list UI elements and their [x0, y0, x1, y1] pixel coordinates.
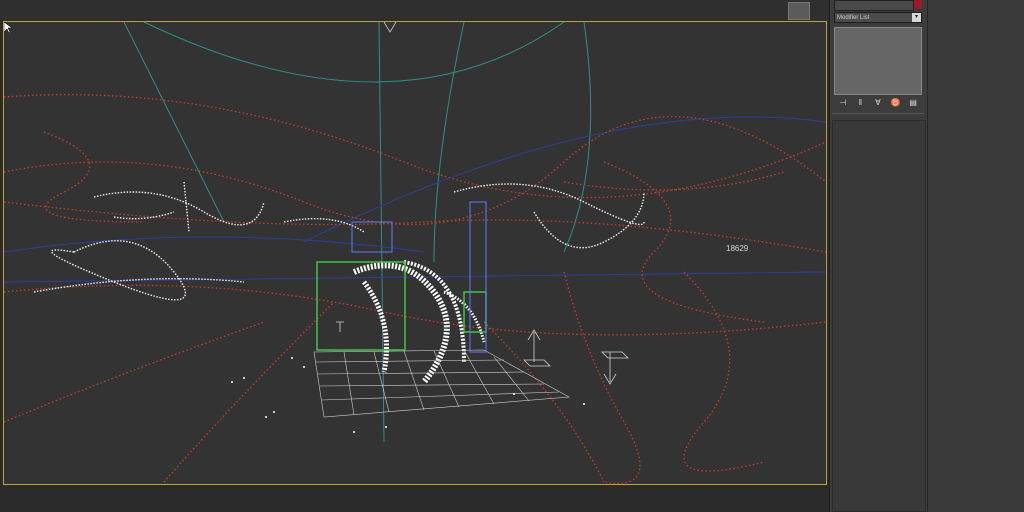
chevron-down-icon[interactable]: ▾: [912, 13, 921, 22]
remove-modifier-icon[interactable]: ♉: [890, 98, 901, 107]
modifier-stack-list[interactable]: [834, 27, 922, 95]
red-particle-trails: [4, 94, 826, 484]
parameters-rollout-area[interactable]: [832, 120, 926, 512]
configure-modifier-sets-icon[interactable]: ▤: [908, 98, 919, 107]
stack-toolbar: ⊣ ‖ ∀ ♉ ▤: [834, 97, 922, 108]
perspective-viewport[interactable]: 18629: [3, 21, 827, 485]
modifier-list-label: Modifier List: [837, 15, 870, 21]
make-unique-icon[interactable]: ∀: [872, 98, 883, 107]
scene-canvas: [4, 22, 826, 484]
mouse-cursor-icon: [4, 22, 12, 34]
white-particle-trails: [33, 181, 645, 301]
object-color-swatch[interactable]: [914, 0, 922, 9]
viewport-bottom-strip: [0, 486, 828, 512]
blue-axis-lines: [4, 116, 826, 283]
empty-side-panel: [927, 0, 1024, 512]
viewcube-icon[interactable]: [788, 2, 810, 20]
panel-divider: [832, 113, 924, 114]
modifier-list-dropdown[interactable]: Modifier List ▾: [834, 12, 922, 23]
object-id-label: 18629: [726, 244, 749, 253]
show-end-result-icon[interactable]: ‖: [855, 98, 866, 107]
object-name-field[interactable]: [834, 0, 914, 11]
world-grid-arcs: [123, 22, 592, 443]
command-panel: Modifier List ▾ ⊣ ‖ ∀ ♉ ▤: [829, 0, 927, 512]
viewport-top-strip: [0, 0, 828, 20]
scattered-particles: [231, 357, 585, 433]
pin-stack-icon[interactable]: ⊣: [837, 98, 848, 107]
